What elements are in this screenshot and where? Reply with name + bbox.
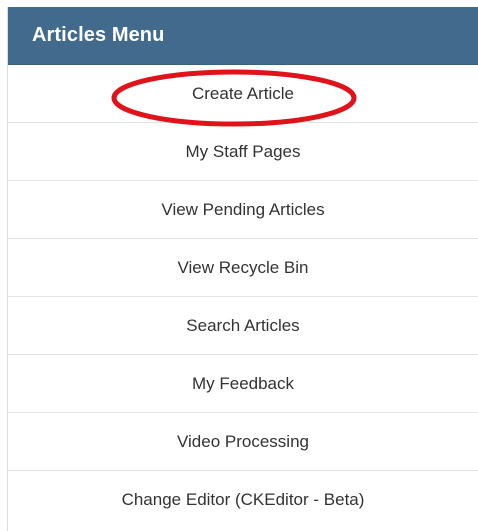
menu-item-label: View Pending Articles <box>161 199 325 219</box>
menu-item-view-pending-articles[interactable]: View Pending Articles <box>8 181 478 239</box>
panel-header: Articles Menu <box>8 7 478 65</box>
menu-item-label: View Recycle Bin <box>177 257 309 277</box>
menu-item-my-staff-pages[interactable]: My Staff Pages <box>8 123 478 181</box>
menu-item-search-articles[interactable]: Search Articles <box>8 297 478 355</box>
menu-list: Create Article My Staff Pages View Pendi… <box>8 65 478 529</box>
menu-item-change-editor[interactable]: Change Editor (CKEditor - Beta) <box>8 471 478 529</box>
menu-item-create-article[interactable]: Create Article <box>8 65 478 123</box>
menu-item-label: Change Editor (CKEditor - Beta) <box>121 490 365 509</box>
menu-item-my-feedback[interactable]: My Feedback <box>8 355 478 413</box>
articles-menu-panel: Articles Menu Create Article My Staff Pa… <box>7 7 478 531</box>
menu-item-label: My Feedback <box>191 373 295 393</box>
menu-item-video-processing[interactable]: Video Processing <box>8 413 478 471</box>
menu-item-label: My Staff Pages <box>185 141 301 161</box>
menu-item-view-recycle-bin[interactable]: View Recycle Bin <box>8 239 478 297</box>
panel-title: Articles Menu <box>32 24 165 46</box>
menu-item-label: Create Article <box>191 83 295 103</box>
menu-item-label: Video Processing <box>177 431 309 451</box>
menu-item-label: Search Articles <box>186 315 300 335</box>
